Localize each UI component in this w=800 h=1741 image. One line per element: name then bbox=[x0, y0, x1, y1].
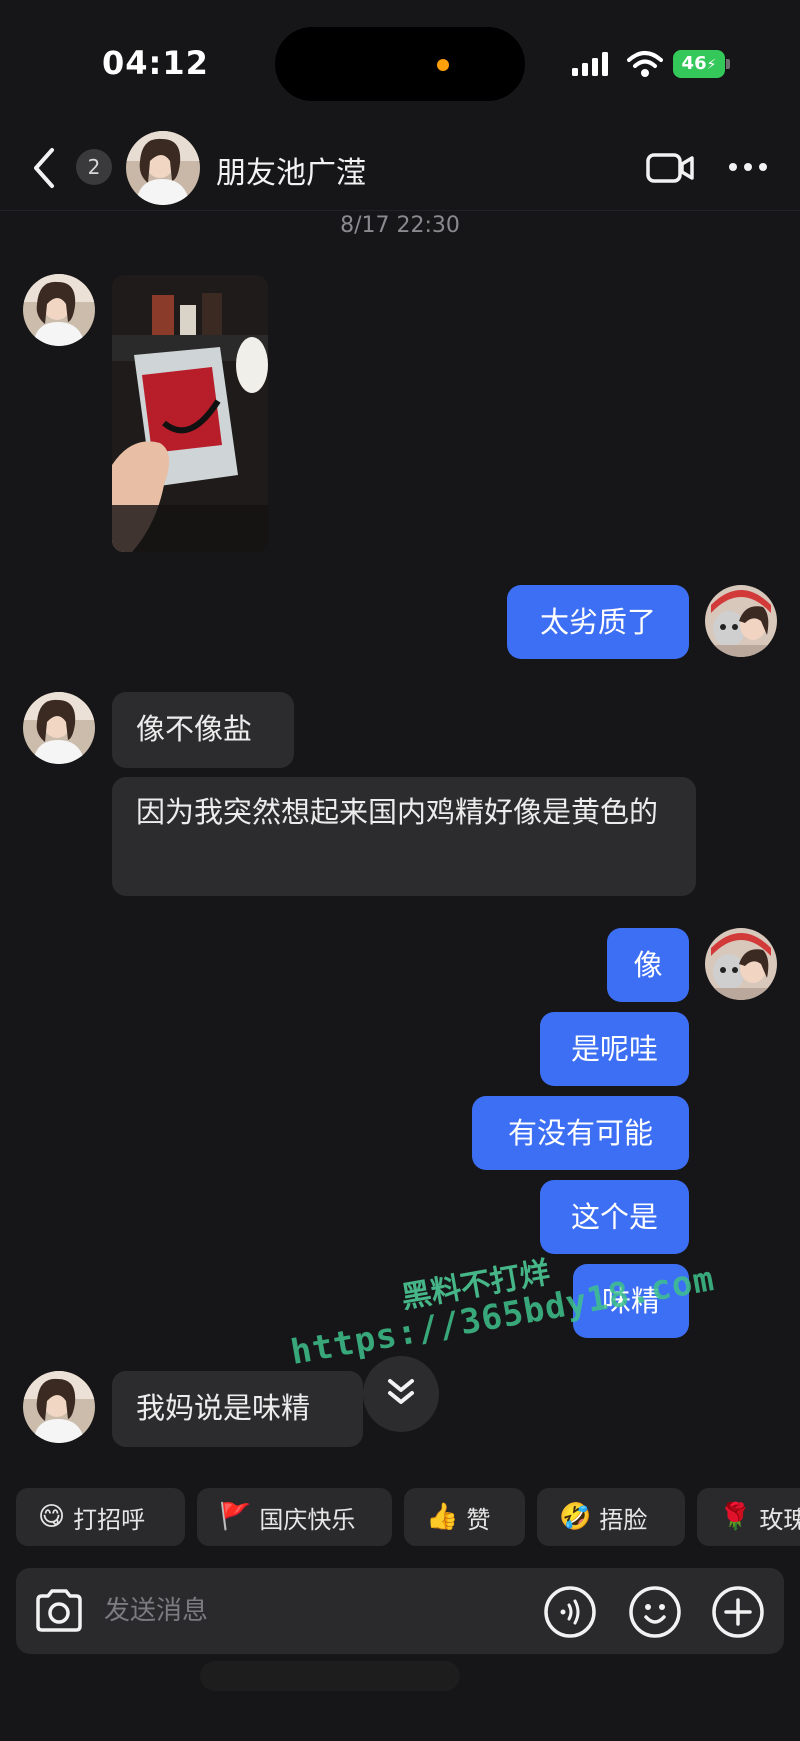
friend-avatar[interactable] bbox=[23, 1371, 95, 1443]
quick-reply-label: 打招呼 bbox=[73, 1505, 146, 1534]
chat-screen: 04:12 46⚡ 2 朋友池广滢 8/17 22:30 太劣质了 像不像盐 因… bbox=[0, 0, 800, 1741]
sent-message-bubble[interactable]: 味精 bbox=[573, 1264, 689, 1338]
message-input[interactable] bbox=[104, 1593, 524, 1629]
header-divider bbox=[0, 210, 800, 211]
friend-avatar[interactable] bbox=[23, 274, 95, 346]
quick-reply-label: 国庆快乐 bbox=[259, 1505, 356, 1534]
quick-reply-greet[interactable]: 😋 打招呼 bbox=[16, 1488, 185, 1546]
emoji-icon[interactable] bbox=[628, 1585, 682, 1639]
more-options-icon[interactable] bbox=[728, 160, 768, 174]
laughing-face-icon: 🤣 bbox=[559, 1502, 592, 1532]
dynamic-island bbox=[275, 27, 525, 101]
sent-message-bubble[interactable]: 这个是 bbox=[540, 1180, 689, 1254]
camera-icon[interactable] bbox=[32, 1588, 86, 1634]
battery-level: 46 bbox=[681, 53, 707, 74]
yum-face-icon: 😋 bbox=[38, 1502, 66, 1532]
quick-reply-label: 捂脸 bbox=[599, 1505, 648, 1534]
scroll-to-bottom-button[interactable] bbox=[363, 1356, 439, 1432]
watermark-title: 黑料不打烊 bbox=[398, 1255, 553, 1316]
quick-reply-rose[interactable]: 🌹 玫瑰 bbox=[697, 1488, 800, 1546]
rose-icon: 🌹 bbox=[719, 1502, 752, 1532]
status-time: 04:12 bbox=[102, 44, 209, 82]
received-message-bubble[interactable]: 像不像盐 bbox=[112, 692, 294, 768]
quick-reply-label: 玫瑰 bbox=[759, 1505, 800, 1534]
wifi-icon bbox=[627, 51, 663, 77]
quick-reply-like[interactable]: 👍 赞 bbox=[404, 1488, 525, 1546]
quick-reply-facepalm[interactable]: 🤣 捂脸 bbox=[537, 1488, 685, 1546]
cellular-signal-icon bbox=[572, 52, 608, 76]
sent-message-bubble[interactable]: 是呢哇 bbox=[540, 1012, 689, 1086]
received-photo-message[interactable] bbox=[112, 275, 268, 552]
red-flag-icon: 🚩 bbox=[219, 1502, 252, 1532]
privacy-indicator-dot bbox=[437, 59, 449, 71]
quick-reply-national-day[interactable]: 🚩 国庆快乐 bbox=[197, 1488, 392, 1546]
back-chevron-icon[interactable] bbox=[30, 146, 60, 190]
thumbs-up-icon: 👍 bbox=[426, 1502, 459, 1532]
battery-tip bbox=[726, 59, 730, 69]
home-indicator bbox=[200, 1661, 460, 1691]
battery-indicator: 46⚡ bbox=[673, 50, 725, 78]
add-attachment-icon[interactable] bbox=[711, 1585, 765, 1639]
contact-avatar[interactable] bbox=[126, 131, 200, 205]
sent-message-bubble[interactable]: 有没有可能 bbox=[472, 1096, 689, 1170]
unread-count-badge[interactable]: 2 bbox=[76, 149, 112, 185]
my-avatar[interactable] bbox=[705, 928, 777, 1000]
quick-reply-label: 赞 bbox=[466, 1505, 491, 1534]
contact-name[interactable]: 朋友池广滢 bbox=[216, 148, 366, 192]
voice-input-icon[interactable] bbox=[543, 1585, 597, 1639]
sent-message-bubble[interactable]: 太劣质了 bbox=[507, 585, 689, 659]
received-message-bubble[interactable]: 我妈说是味精 bbox=[112, 1371, 363, 1447]
my-avatar[interactable] bbox=[705, 585, 777, 657]
chat-timestamp: 8/17 22:30 bbox=[340, 213, 460, 238]
double-chevron-down-icon bbox=[388, 1379, 414, 1404]
received-message-bubble[interactable]: 因为我突然想起来国内鸡精好像是黄色的 bbox=[112, 777, 696, 896]
friend-avatar[interactable] bbox=[23, 692, 95, 764]
sent-message-bubble[interactable]: 像 bbox=[607, 928, 689, 1002]
video-call-icon[interactable] bbox=[646, 150, 694, 186]
